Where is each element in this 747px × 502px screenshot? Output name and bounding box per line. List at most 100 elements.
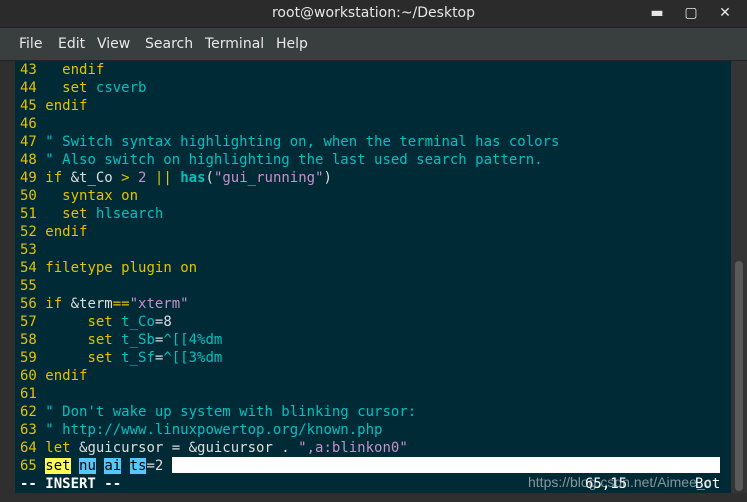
code-line[interactable]: 51 set hlsearch: [20, 205, 163, 223]
line-number: 64: [20, 440, 37, 456]
code-token: endif: [45, 368, 88, 384]
title-bar[interactable]: root@workstation:~/Desktop ▬ ▢ ✕: [0, 0, 747, 28]
terminal-window: root@workstation:~/Desktop ▬ ▢ ✕ File Ed…: [0, 0, 747, 502]
code-token: endif: [45, 224, 88, 240]
code-token: t_Co: [121, 314, 155, 330]
code-line[interactable]: 48 " Also switch on highlighting the las…: [20, 151, 543, 169]
code-line[interactable]: 60 endif: [20, 367, 87, 385]
code-line[interactable]: 44 set csverb: [20, 79, 146, 97]
code-line[interactable]: 45 endif: [20, 97, 87, 115]
code-line[interactable]: 59 set t_Sf=^[[3%dm: [20, 349, 222, 367]
code-line[interactable]: 52 endif: [20, 223, 87, 241]
code-line[interactable]: 50 syntax on: [20, 187, 138, 205]
line-number: 47: [20, 134, 37, 150]
code-line[interactable]: 61: [20, 385, 37, 403]
scrollbar-thumb[interactable]: [735, 261, 743, 491]
code-token: syntax: [62, 188, 113, 204]
scrollbar[interactable]: [731, 61, 747, 493]
code-token: ^[[3%dm: [163, 350, 223, 366]
code-token: t_Sb: [121, 332, 155, 348]
code-token: has: [180, 170, 206, 186]
code-line[interactable]: 47 " Switch syntax highlighting on, when…: [20, 133, 559, 151]
code-line[interactable]: 49 if &t_Co > 2 || has("gui_running"): [20, 169, 332, 187]
code-line[interactable]: 43 endif: [20, 61, 104, 79]
line-number: 61: [20, 386, 37, 402]
menu-terminal[interactable]: Terminal: [205, 28, 264, 60]
line-number: 58: [20, 332, 37, 348]
code-token: ^[[4%dm: [163, 332, 223, 348]
line-number: 51: [20, 206, 37, 222]
code-line[interactable]: 53: [20, 241, 37, 259]
code-token: let: [45, 440, 71, 456]
line-number: 52: [20, 224, 37, 240]
code-token: &guicursor = &guicursor .: [70, 440, 299, 456]
menu-help[interactable]: Help: [276, 28, 308, 60]
code-token: set: [62, 80, 88, 96]
watermark: https://blog.csdn.net/Aimee_c: [528, 474, 712, 490]
code-token: " Switch syntax highlighting on, when th…: [45, 134, 560, 150]
code-line[interactable]: 57 set t_Co=8: [20, 313, 172, 331]
code-token: >: [121, 170, 130, 186]
opt-ai: ai: [104, 458, 122, 474]
menu-file[interactable]: File: [19, 28, 42, 60]
code-line[interactable]: 58 set t_Sb=^[[4%dm: [20, 331, 222, 349]
vim-editor[interactable]: 43 endif 44 set csverb 45 endif 46 47 " Swit…: [15, 61, 731, 493]
code-line[interactable]: 55: [20, 277, 37, 295]
code-line[interactable]: 56 if &term=="xterm": [20, 295, 189, 313]
line-number: 55: [20, 278, 37, 294]
line-number: 54: [20, 260, 37, 276]
code-line[interactable]: 46: [20, 115, 37, 133]
menu-search[interactable]: Search: [145, 28, 193, 60]
current-line[interactable]: 65 set nu ai ts=2: [20, 457, 720, 475]
code-token: on: [180, 260, 198, 276]
line-number: 63: [20, 422, 37, 438]
code-line[interactable]: 63 " http://www.linuxpowertop.org/known.…: [20, 421, 382, 439]
code-token: csverb: [95, 80, 147, 96]
line-number: 43: [20, 62, 37, 78]
line-number: 46: [20, 116, 37, 132]
maximize-icon[interactable]: ▢: [681, 0, 701, 27]
minimize-icon[interactable]: ▬: [647, 0, 667, 27]
code-token: set: [87, 332, 113, 348]
line-number: 53: [20, 242, 37, 258]
code-token: hlsearch: [95, 206, 164, 222]
code-line[interactable]: 62 " Don't wake up system with blinking …: [20, 403, 416, 421]
code-line[interactable]: 54 filetype plugin on: [20, 259, 197, 277]
code-token: t_Sf: [121, 350, 155, 366]
line-number: 44: [20, 80, 37, 96]
opt-ts: ts: [129, 458, 147, 474]
line-number: 56: [20, 296, 37, 312]
code-token: ",a:blinkon0": [298, 440, 408, 456]
line-number: 50: [20, 188, 37, 204]
opt-value: =2: [146, 458, 164, 474]
line-number: 59: [20, 350, 37, 366]
code-token: " http://www.linuxpowertop.org/known.php: [45, 422, 383, 438]
line-number: 48: [20, 152, 37, 168]
mode-indicator: -- INSERT --: [20, 476, 122, 492]
code-token: endif: [45, 98, 88, 114]
code-token: " Also switch on highlighting the last u…: [45, 152, 543, 168]
code-token: ==: [112, 296, 130, 312]
opt-nu: nu: [79, 458, 96, 474]
menu-edit[interactable]: Edit: [58, 28, 85, 60]
line-number: 57: [20, 314, 37, 330]
code-token: "xterm": [129, 296, 189, 312]
line-number: 45: [20, 98, 37, 114]
line-number: 62: [20, 404, 37, 420]
cursor-line-highlight: [171, 457, 720, 473]
code-line[interactable]: 64 let &guicursor = &guicursor . ",a:bli…: [20, 439, 408, 457]
code-token: set: [62, 206, 88, 222]
menu-view[interactable]: View: [97, 28, 130, 60]
close-icon[interactable]: ✕: [715, 0, 735, 27]
